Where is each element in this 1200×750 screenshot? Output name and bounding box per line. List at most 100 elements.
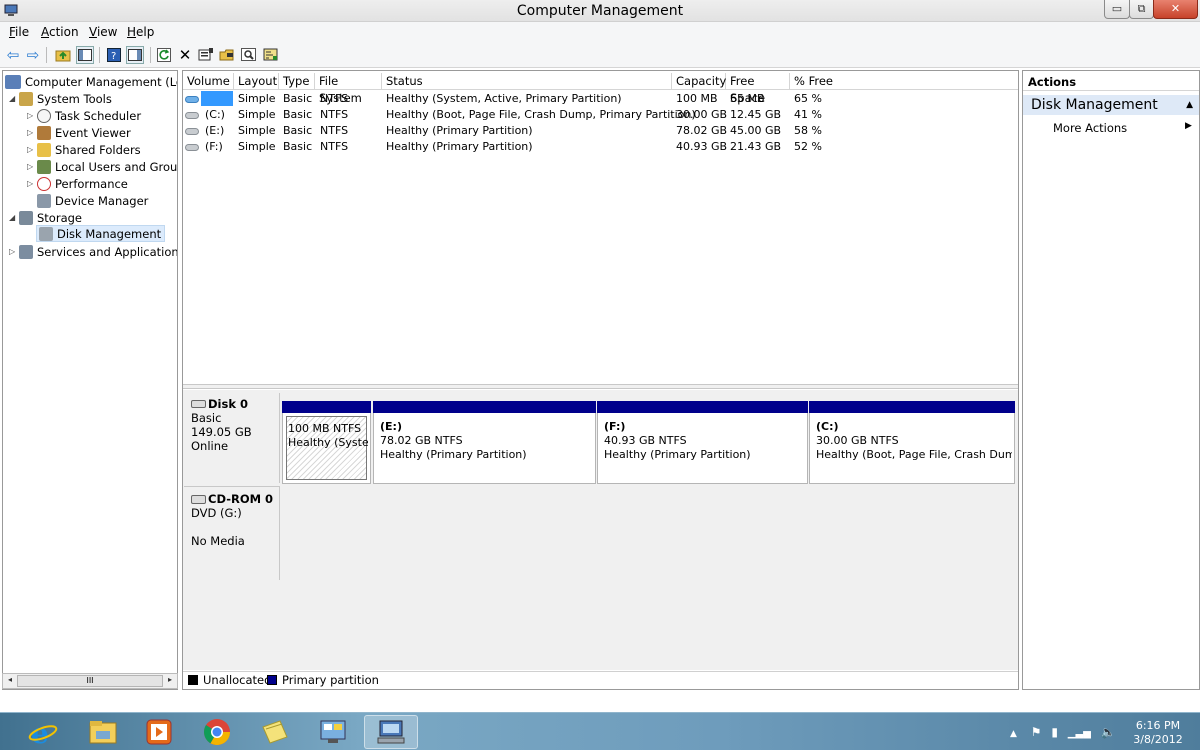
scrollbar-thumb[interactable]: III — [17, 675, 163, 687]
menu-action[interactable]: Action — [41, 25, 79, 39]
scroll-left-icon[interactable]: ◂ — [3, 675, 17, 687]
scroll-right-icon[interactable]: ▸ — [163, 675, 177, 687]
show-hidden-icons-icon[interactable]: ▲ — [1010, 729, 1017, 739]
up-folder-icon[interactable] — [54, 46, 72, 64]
column-header-volume[interactable]: Volume — [183, 73, 234, 90]
pane-splitter[interactable] — [183, 384, 1018, 389]
column-header-percent-free[interactable]: % Free — [790, 73, 1018, 90]
show-hide-console-tree-icon[interactable] — [76, 46, 94, 64]
partition-f[interactable]: (F:) 40.93 GB NTFS Healthy (Primary Part… — [597, 401, 808, 484]
tree-item-shared-folders[interactable]: ▷ Shared Folders — [27, 141, 141, 158]
open-folder-icon[interactable] — [218, 46, 236, 64]
power-icon[interactable]: ▮ — [1051, 725, 1058, 739]
file-explorer-icon[interactable] — [76, 715, 130, 749]
menu-file[interactable]: File — [9, 25, 29, 39]
minimize-button[interactable]: ▭ — [1104, 0, 1130, 19]
column-header-capacity[interactable]: Capacity — [672, 73, 726, 90]
expand-arrow-icon[interactable]: ▷ — [27, 179, 37, 188]
refresh-icon[interactable] — [155, 46, 173, 64]
forward-icon[interactable]: ⇨ — [24, 46, 42, 64]
layout-cell: Simple — [238, 124, 276, 137]
collapse-up-icon[interactable]: ▲ — [1186, 95, 1193, 115]
action-center-flag-icon[interactable]: ⚑ — [1031, 725, 1042, 739]
free-space-cell: 65 MB — [730, 92, 765, 105]
taskbar: e ▲ ⚑ ▮ ▁▃▅ 🔈 6:16 PM 3/8/2012 — [0, 712, 1200, 750]
volume-name-edit-selection[interactable] — [201, 91, 233, 106]
column-header-type[interactable]: Type — [279, 73, 315, 90]
menu-help[interactable]: Help — [127, 25, 154, 39]
column-header-status[interactable]: Status — [382, 73, 672, 90]
menu-view[interactable]: View — [89, 25, 117, 39]
delete-icon[interactable]: ✕ — [176, 46, 194, 64]
tree-item-system-tools[interactable]: ◢ System Tools — [9, 90, 112, 107]
disk-properties-icon[interactable] — [262, 46, 280, 64]
volume-row[interactable]: (C:) Simple Basic NTFS Healthy (Boot, Pa… — [183, 107, 1018, 123]
column-header-free-space[interactable]: Free Space — [726, 73, 790, 105]
services-icon — [19, 244, 33, 259]
chrome-icon[interactable] — [190, 715, 244, 749]
disk-0-info[interactable]: Disk 0 Basic 149.05 GB Online — [184, 393, 280, 483]
percent-free-cell: 52 % — [794, 140, 822, 153]
event-viewer-icon — [37, 125, 51, 140]
search-icon[interactable] — [240, 46, 258, 64]
tree-label: Device Manager — [55, 193, 149, 208]
restore-button[interactable]: ⧉ — [1129, 0, 1154, 19]
expand-arrow-icon[interactable]: ▷ — [27, 111, 37, 120]
close-button[interactable]: ✕ — [1153, 0, 1198, 19]
actions-section-disk-management[interactable]: Disk Management ▲ — [1023, 95, 1199, 115]
tree-label: Computer Management (Local — [25, 74, 177, 89]
filesystem-cell: NTFS — [320, 108, 349, 121]
control-panel-icon[interactable] — [306, 715, 360, 749]
cdrom-0-info[interactable]: CD-ROM 0 DVD (G:) No Media — [184, 486, 280, 580]
partition-e[interactable]: (E:) 78.02 GB NTFS Healthy (Primary Part… — [373, 401, 596, 484]
expand-arrow-icon[interactable]: ▷ — [27, 162, 37, 171]
show-hide-action-pane-icon[interactable] — [126, 46, 144, 64]
back-icon[interactable]: ⇦ — [4, 46, 22, 64]
collapse-arrow-icon[interactable]: ◢ — [9, 213, 19, 222]
properties-icon[interactable] — [197, 46, 215, 64]
volume-row[interactable]: (E:) Simple Basic NTFS Healthy (Primary … — [183, 123, 1018, 139]
tree-item-disk-management[interactable]: Disk Management — [36, 225, 166, 242]
expand-arrow-icon[interactable]: ▷ — [27, 128, 37, 137]
volume-row[interactable]: Simple Basic NTFS Healthy (System, Activ… — [183, 91, 1018, 107]
expand-arrow-icon[interactable]: ▷ — [27, 145, 37, 154]
filesystem-cell: NTFS — [320, 140, 349, 153]
expand-arrow-icon[interactable]: ▷ — [9, 247, 19, 256]
tree-item-event-viewer[interactable]: ▷ Event Viewer — [27, 124, 131, 141]
partition-system-reserved[interactable]: 100 MB NTFS Healthy (Systen — [282, 401, 371, 484]
tree-item-performance[interactable]: ▷ Performance — [27, 175, 128, 192]
more-actions-link[interactable]: More Actions — [1053, 121, 1127, 135]
partition-c[interactable]: (C:) 30.00 GB NTFS Healthy (Boot, Page F… — [809, 401, 1015, 484]
disk-0-partitions: 100 MB NTFS Healthy (Systen (E:) 78.02 G… — [281, 393, 1018, 484]
actions-section-label: Disk Management — [1031, 97, 1158, 113]
layout-cell: Simple — [238, 92, 276, 105]
collapse-arrow-icon[interactable]: ◢ — [9, 94, 19, 103]
clock[interactable]: 6:16 PM 3/8/2012 — [1128, 719, 1188, 747]
tree-item-device-manager[interactable]: Device Manager — [37, 192, 148, 209]
volume-disk-icon — [185, 124, 202, 137]
tree-item-computer-management[interactable]: Computer Management (Local — [5, 73, 177, 90]
tree-horizontal-scrollbar[interactable]: ◂ III ▸ — [2, 673, 178, 689]
submenu-arrow-icon: ▶ — [1185, 121, 1192, 131]
cdrom-0-area[interactable] — [281, 486, 1018, 580]
volume-icon[interactable]: 🔈 — [1101, 725, 1116, 739]
media-player-icon[interactable] — [132, 715, 186, 749]
status-cell: Healthy (Boot, Page File, Crash Dump, Pr… — [386, 108, 696, 121]
tree-item-task-scheduler[interactable]: ▷ Task Scheduler — [27, 107, 141, 124]
network-signal-icon[interactable]: ▁▃▅ — [1068, 728, 1091, 739]
menu-bar: File Action View Help — [0, 22, 1200, 42]
help-icon[interactable]: ? — [105, 46, 123, 64]
status-cell: Healthy (System, Active, Primary Partiti… — [386, 92, 622, 105]
cdrom-name: CD-ROM 0 — [208, 492, 274, 506]
column-header-layout[interactable]: Layout — [234, 73, 279, 90]
tree-item-services-applications[interactable]: ▷ Services and Applications — [9, 243, 177, 260]
tree-item-storage[interactable]: ◢ Storage — [9, 209, 82, 226]
column-header-file-system[interactable]: File System — [315, 73, 382, 105]
volume-row[interactable]: (F:) Simple Basic NTFS Healthy (Primary … — [183, 139, 1018, 155]
sticky-notes-icon[interactable] — [248, 715, 302, 749]
internet-explorer-icon[interactable]: e — [16, 715, 70, 749]
layout-cell: Simple — [238, 108, 276, 121]
tree-label: System Tools — [37, 91, 112, 106]
tree-item-local-users[interactable]: ▷ Local Users and Groups — [27, 158, 177, 175]
computer-management-taskbar-icon[interactable] — [364, 715, 418, 749]
